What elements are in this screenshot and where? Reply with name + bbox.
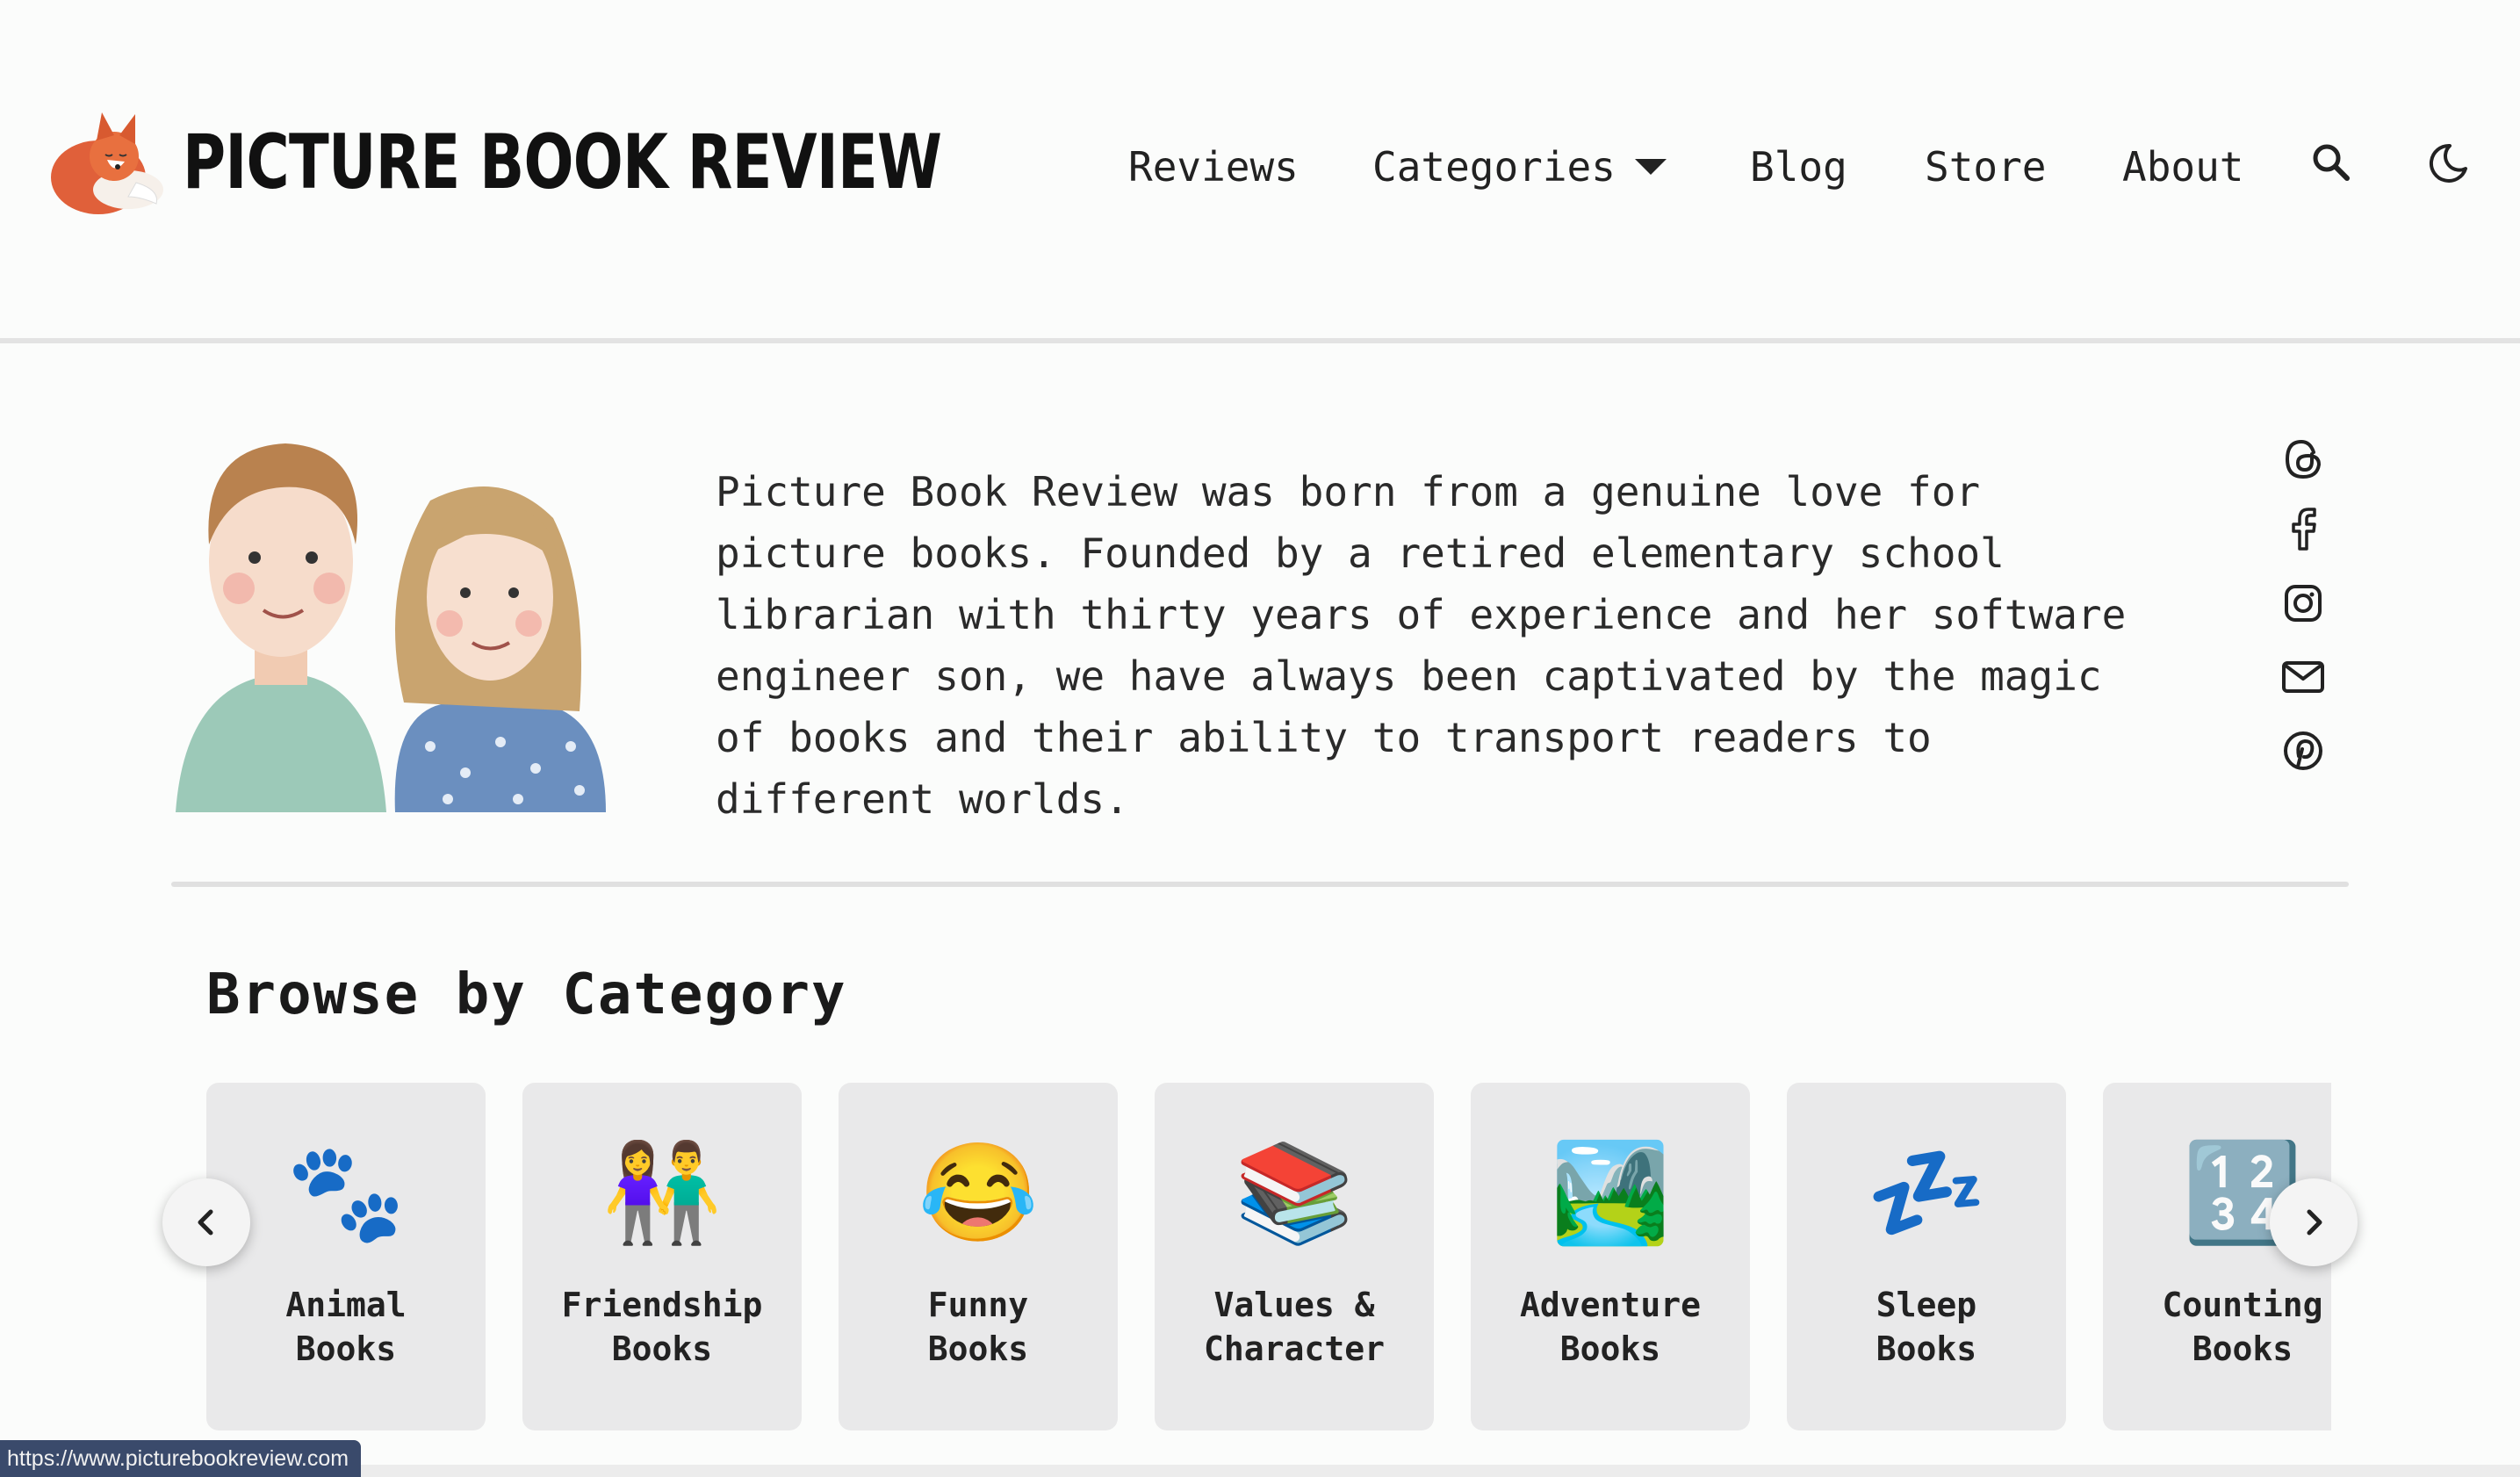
pinterest-icon[interactable] bbox=[2279, 726, 2328, 775]
category-card-values[interactable]: 📚 Values & Character bbox=[1155, 1083, 1434, 1430]
category-label: Values & Character bbox=[1204, 1286, 1385, 1368]
link-status-bar: https://www.picturebookreview.com bbox=[0, 1440, 362, 1477]
category-label: Funny Books bbox=[927, 1286, 1029, 1368]
nav-store[interactable]: Store bbox=[1925, 140, 2046, 193]
browse-section-title: Browse by Category bbox=[206, 962, 847, 1027]
chevron-right-icon bbox=[2307, 1209, 2322, 1236]
nav-blog[interactable]: Blog bbox=[1750, 140, 1847, 193]
sleeping-zzz-icon: 💤 bbox=[1866, 1136, 1987, 1249]
chevron-left-icon bbox=[198, 1209, 213, 1236]
category-card-funny[interactable]: 😂 Funny Books bbox=[839, 1083, 1118, 1430]
category-carousel: 🐾 Animal Books 👫 Friendship Books 😂 Funny B… bbox=[206, 1083, 2331, 1431]
instagram-icon[interactable] bbox=[2279, 579, 2328, 628]
laughing-face-icon: 😂 bbox=[918, 1136, 1039, 1249]
nav-reviews[interactable]: Reviews bbox=[1128, 140, 1299, 193]
carousel-next-button[interactable] bbox=[2270, 1178, 2358, 1266]
threads-icon[interactable] bbox=[2279, 435, 2328, 484]
founders-portrait-illustration bbox=[176, 443, 606, 812]
facebook-icon[interactable] bbox=[2279, 505, 2328, 554]
category-label: Adventure Books bbox=[1520, 1286, 1701, 1368]
section-divider bbox=[171, 882, 2349, 887]
category-card-adventure[interactable]: 🏞️ Adventure Books bbox=[1471, 1083, 1750, 1430]
category-label: Friendship Books bbox=[561, 1286, 763, 1368]
footer-divider bbox=[0, 1465, 2520, 1477]
category-card-friendship[interactable]: 👫 Friendship Books bbox=[522, 1083, 802, 1430]
logo-text: PICTURE BOOK REVIEW bbox=[183, 119, 942, 206]
stack-of-books-icon: 📚 bbox=[1234, 1136, 1355, 1249]
dark-mode-moon-icon[interactable] bbox=[2423, 139, 2473, 188]
fox-logo-icon bbox=[51, 112, 163, 214]
carousel-prev-button[interactable] bbox=[162, 1178, 250, 1266]
search-icon[interactable] bbox=[2308, 139, 2357, 188]
category-label: Animal Books bbox=[285, 1286, 407, 1368]
email-icon[interactable] bbox=[2279, 652, 2328, 702]
category-card-sleep[interactable]: 💤 Sleep Books bbox=[1787, 1083, 2066, 1430]
nav-about[interactable]: About bbox=[2122, 140, 2243, 193]
nav-categories-label: Categories bbox=[1372, 143, 1616, 191]
category-label: Sleep Books bbox=[1876, 1286, 1977, 1368]
national-park-icon: 🏞️ bbox=[1550, 1136, 1671, 1249]
category-card-animal[interactable]: 🐾 Animal Books bbox=[206, 1083, 486, 1430]
site-logo[interactable]: PICTURE BOOK REVIEW bbox=[44, 105, 1156, 220]
nav-categories-dropdown[interactable]: Categories bbox=[1372, 140, 1667, 193]
caret-down-icon bbox=[1634, 158, 1667, 175]
header-divider bbox=[0, 338, 2520, 343]
site-header: PICTURE BOOK REVIEW Reviews Categories B… bbox=[0, 0, 2520, 341]
friends-holding-hands-icon: 👫 bbox=[601, 1136, 723, 1249]
intro-paragraph: Picture Book Review was born from a genu… bbox=[716, 468, 2127, 823]
category-label: Counting Books bbox=[2162, 1286, 2323, 1368]
